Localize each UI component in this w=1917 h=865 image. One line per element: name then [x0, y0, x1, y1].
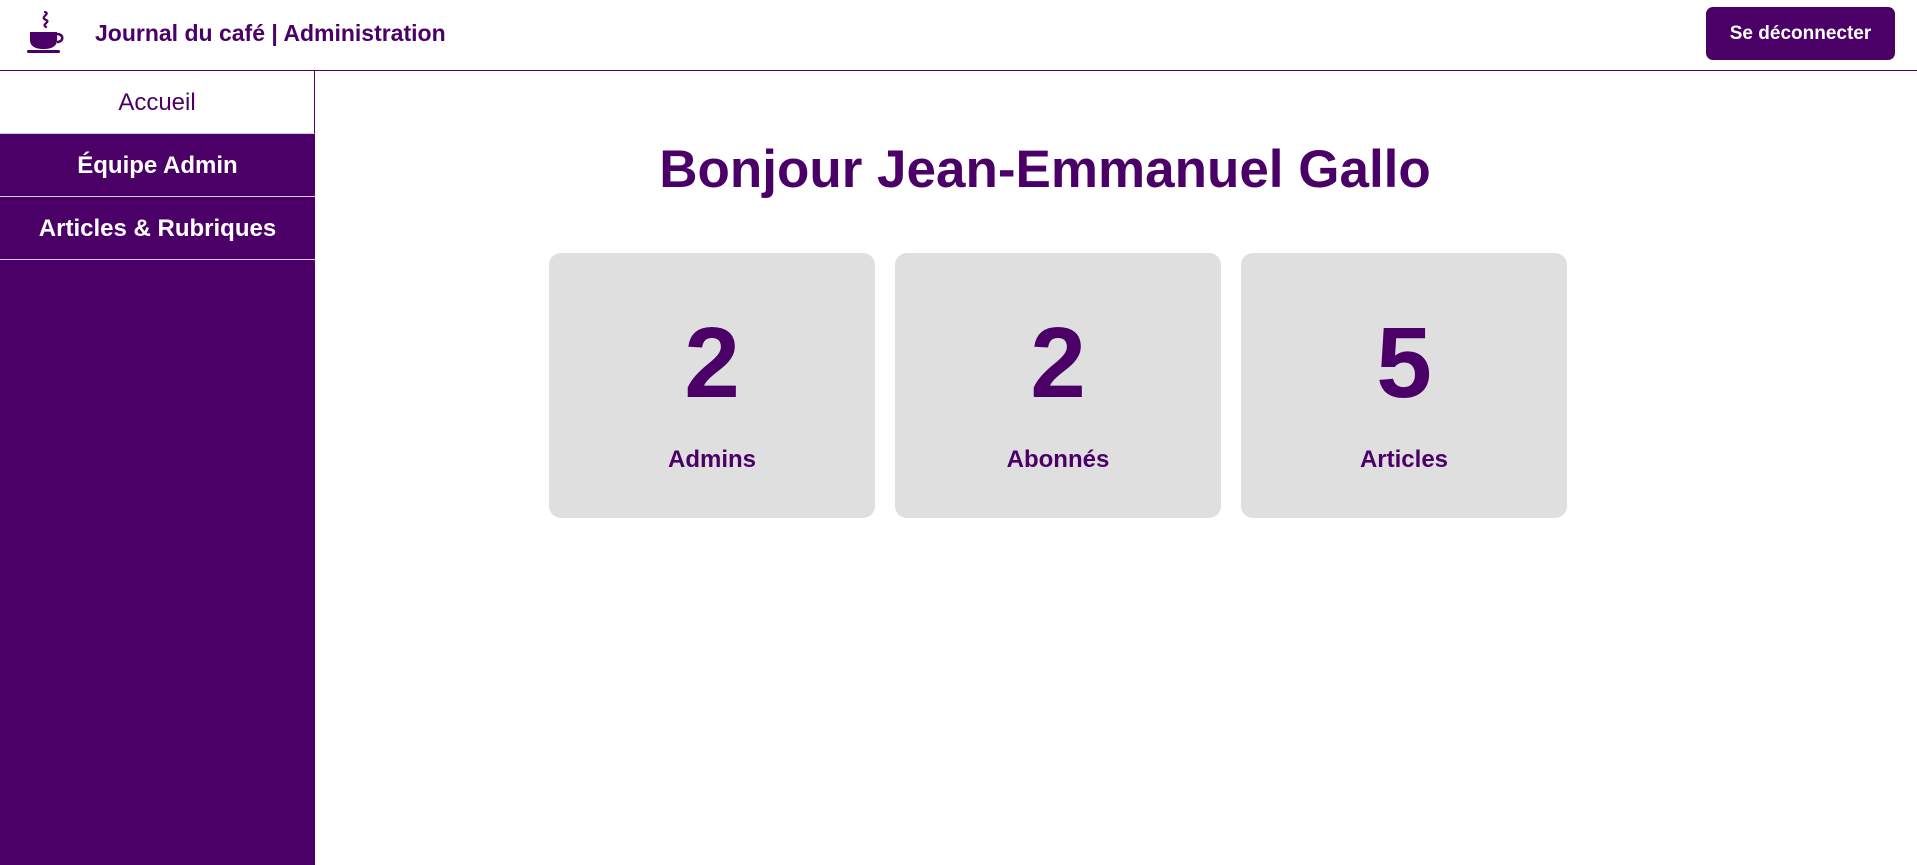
main-content: Bonjour Jean-Emmanuel Gallo 2 Admins 2 A…	[316, 71, 1917, 865]
stat-label: Articles	[1359, 446, 1449, 473]
stat-card-abonnes: 2 Abonnés	[895, 253, 1221, 518]
stat-label: Admins	[667, 446, 756, 473]
stats-cards: 2 Admins 2 Abonnés 5 Articles	[549, 253, 1567, 518]
sidebar: Accueil Équipe Admin Articles & Rubrique…	[0, 71, 315, 865]
sidebar-item-articles-rubriques[interactable]: Articles & Rubriques	[0, 197, 315, 260]
stat-count: 2	[684, 307, 740, 419]
sidebar-item-equipe-admin[interactable]: Équipe Admin	[0, 134, 315, 197]
brand[interactable]: Journal du café | Administration	[27, 10, 446, 56]
coffee-cup-icon	[27, 10, 64, 53]
stat-count: 5	[1376, 307, 1432, 419]
logout-button[interactable]: Se déconnecter	[1706, 7, 1895, 60]
stat-count: 2	[1030, 307, 1086, 419]
stat-label: Abonnés	[1006, 446, 1110, 473]
sidebar-item-accueil[interactable]: Accueil	[0, 71, 315, 134]
page-title: Bonjour Jean-Emmanuel Gallo	[659, 140, 1431, 199]
stat-card-admins: 2 Admins	[549, 253, 875, 518]
top-bar: Journal du café | Administration Se déco…	[0, 0, 1917, 71]
stat-card-articles: 5 Articles	[1241, 253, 1567, 518]
app-title: Journal du café | Administration	[95, 19, 446, 46]
